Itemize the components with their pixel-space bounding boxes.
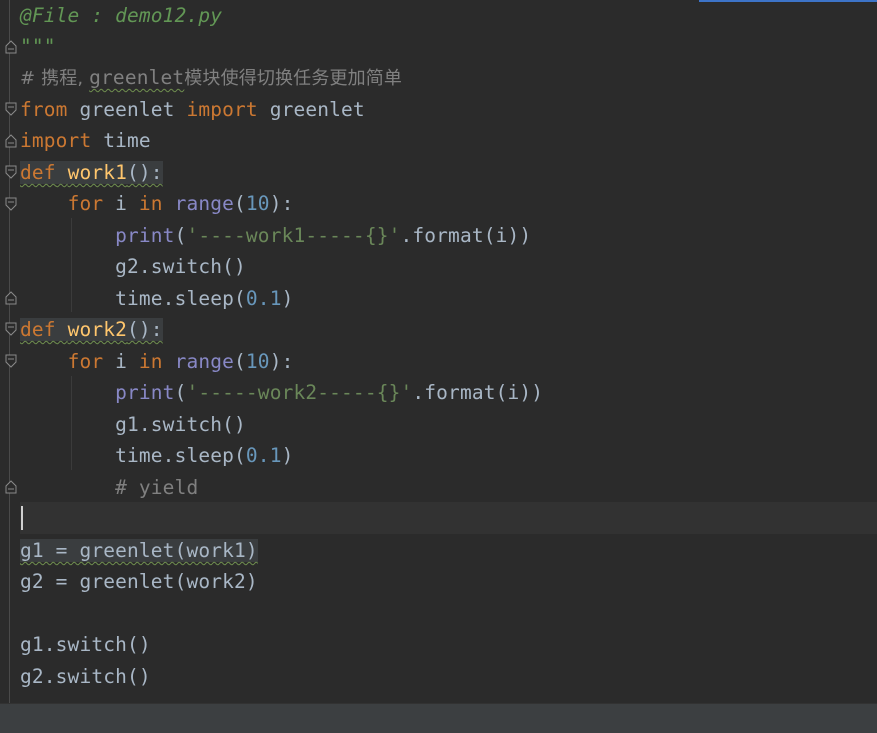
paren-close: ) <box>281 444 294 467</box>
number-literal: 10 <box>245 350 270 373</box>
function-name-work1: work1 <box>67 161 128 184</box>
module-name: greenlet <box>67 98 187 121</box>
code-line-call-g1[interactable]: g1.switch() <box>20 629 151 660</box>
fold-start-icon[interactable] <box>5 102 17 116</box>
paren-close: ): <box>269 192 294 215</box>
keyword-import: import <box>20 129 92 152</box>
keyword-for: for <box>67 192 104 215</box>
switch-call: g1.switch() <box>115 413 246 436</box>
code-line-def-work2[interactable]: def work2(): <box>20 314 163 345</box>
code-line-assign-g2[interactable]: g2 = greenlet(work2) <box>20 566 258 597</box>
string-literal: '-----work2-----{}' <box>186 381 413 404</box>
paren-close: ): <box>269 350 294 373</box>
code-line-from-import[interactable]: from greenlet import greenlet <box>20 94 365 125</box>
fold-end-icon[interactable] <box>5 40 17 54</box>
sleep-call: time.sleep( <box>115 444 246 467</box>
keyword-def: def <box>20 318 56 341</box>
builtin-print: print <box>115 224 175 247</box>
code-line-assign-g1[interactable]: g1 = greenlet(work1) <box>20 535 258 566</box>
import-name: greenlet <box>257 98 365 121</box>
switch-call: g2.switch() <box>115 255 246 278</box>
format-call: .format(i)) <box>412 381 544 404</box>
editor-gutter <box>0 0 20 703</box>
keyword-in: in <box>138 350 163 373</box>
code-line-import-time[interactable]: import time <box>20 125 151 156</box>
keyword-for: for <box>67 350 104 373</box>
keyword-from: from <box>20 98 68 121</box>
code-line-print[interactable]: print('-----work2-----{}'.format(i)) <box>20 377 543 408</box>
code-line-for-loop[interactable]: for i in range(10): <box>20 188 294 219</box>
builtin-range: range <box>174 350 235 373</box>
comment-rest: 模块使得切换任务更加简单 <box>184 68 403 89</box>
loop-var: i <box>103 192 139 215</box>
builtin-range: range <box>174 192 235 215</box>
fold-start-icon[interactable] <box>5 197 17 211</box>
fold-start-icon[interactable] <box>5 354 17 368</box>
keyword-def: def <box>20 161 56 184</box>
current-line-highlight <box>20 502 877 534</box>
number-literal: 0.1 <box>245 287 282 310</box>
code-line-switch[interactable]: g2.switch() <box>20 251 246 282</box>
loop-var: i <box>103 350 139 373</box>
comment-word-greenlet: greenlet <box>89 66 185 89</box>
string-literal: '----work1-----{}' <box>186 224 401 247</box>
paren-open: ( <box>234 192 246 215</box>
text-caret <box>21 506 23 530</box>
fold-start-icon[interactable] <box>5 165 17 179</box>
def-parens: (): <box>127 318 163 341</box>
code-line-docstring-file[interactable]: @File : demo12.py <box>20 0 222 31</box>
code-line-comment-yield[interactable]: # yield <box>20 472 198 503</box>
format-call: .format(i)) <box>400 224 532 247</box>
comment-text: # yield <box>115 476 199 499</box>
number-literal: 0.1 <box>245 444 282 467</box>
paren-close: ) <box>281 287 294 310</box>
code-line-sleep[interactable]: time.sleep(0.1) <box>20 440 293 471</box>
paren-open: ( <box>174 224 187 247</box>
code-line-switch[interactable]: g1.switch() <box>20 409 246 440</box>
switch-call: g1.switch() <box>20 633 151 656</box>
builtin-print: print <box>115 381 175 404</box>
fold-end-icon[interactable] <box>5 291 17 305</box>
code-line-call-g2[interactable]: g2.switch() <box>20 661 151 692</box>
module-name: time <box>91 129 151 152</box>
function-name-work2: work2 <box>67 318 128 341</box>
fold-end-icon[interactable] <box>5 480 17 494</box>
def-parens: (): <box>127 161 163 184</box>
tab-active-indicator <box>699 0 877 2</box>
keyword-in: in <box>138 192 163 215</box>
keyword-import: import <box>186 98 258 121</box>
switch-call: g2.switch() <box>20 665 151 688</box>
number-literal: 10 <box>245 192 270 215</box>
code-line-for-loop[interactable]: for i in range(10): <box>20 346 294 377</box>
paren-open: ( <box>174 381 187 404</box>
code-line-sleep[interactable]: time.sleep(0.1) <box>20 283 293 314</box>
docstring-text: @File : demo12.py <box>20 4 223 27</box>
assignment-g2: g2 = greenlet(work2) <box>20 570 258 593</box>
code-editor[interactable]: @File : demo12.py """ # 携程, greenlet模块使得… <box>0 0 877 733</box>
assignment-g1: g1 = greenlet(work1) <box>20 539 258 562</box>
sleep-call: time.sleep( <box>115 287 246 310</box>
docstring-quotes: """ <box>20 35 56 58</box>
comment-prefix: # 携程, <box>20 68 90 89</box>
code-line-print[interactable]: print('----work1-----{}'.format(i)) <box>20 220 531 251</box>
paren-open: ( <box>234 350 246 373</box>
code-line-def-work1[interactable]: def work1(): <box>20 157 163 188</box>
fold-end-icon[interactable] <box>5 134 17 148</box>
code-line-docstring-end[interactable]: """ <box>20 31 56 62</box>
fold-start-icon[interactable] <box>5 322 17 336</box>
editor-bottom-panel <box>0 703 877 733</box>
code-line-comment[interactable]: # 携程, greenlet模块使得切换任务更加简单 <box>20 62 402 93</box>
